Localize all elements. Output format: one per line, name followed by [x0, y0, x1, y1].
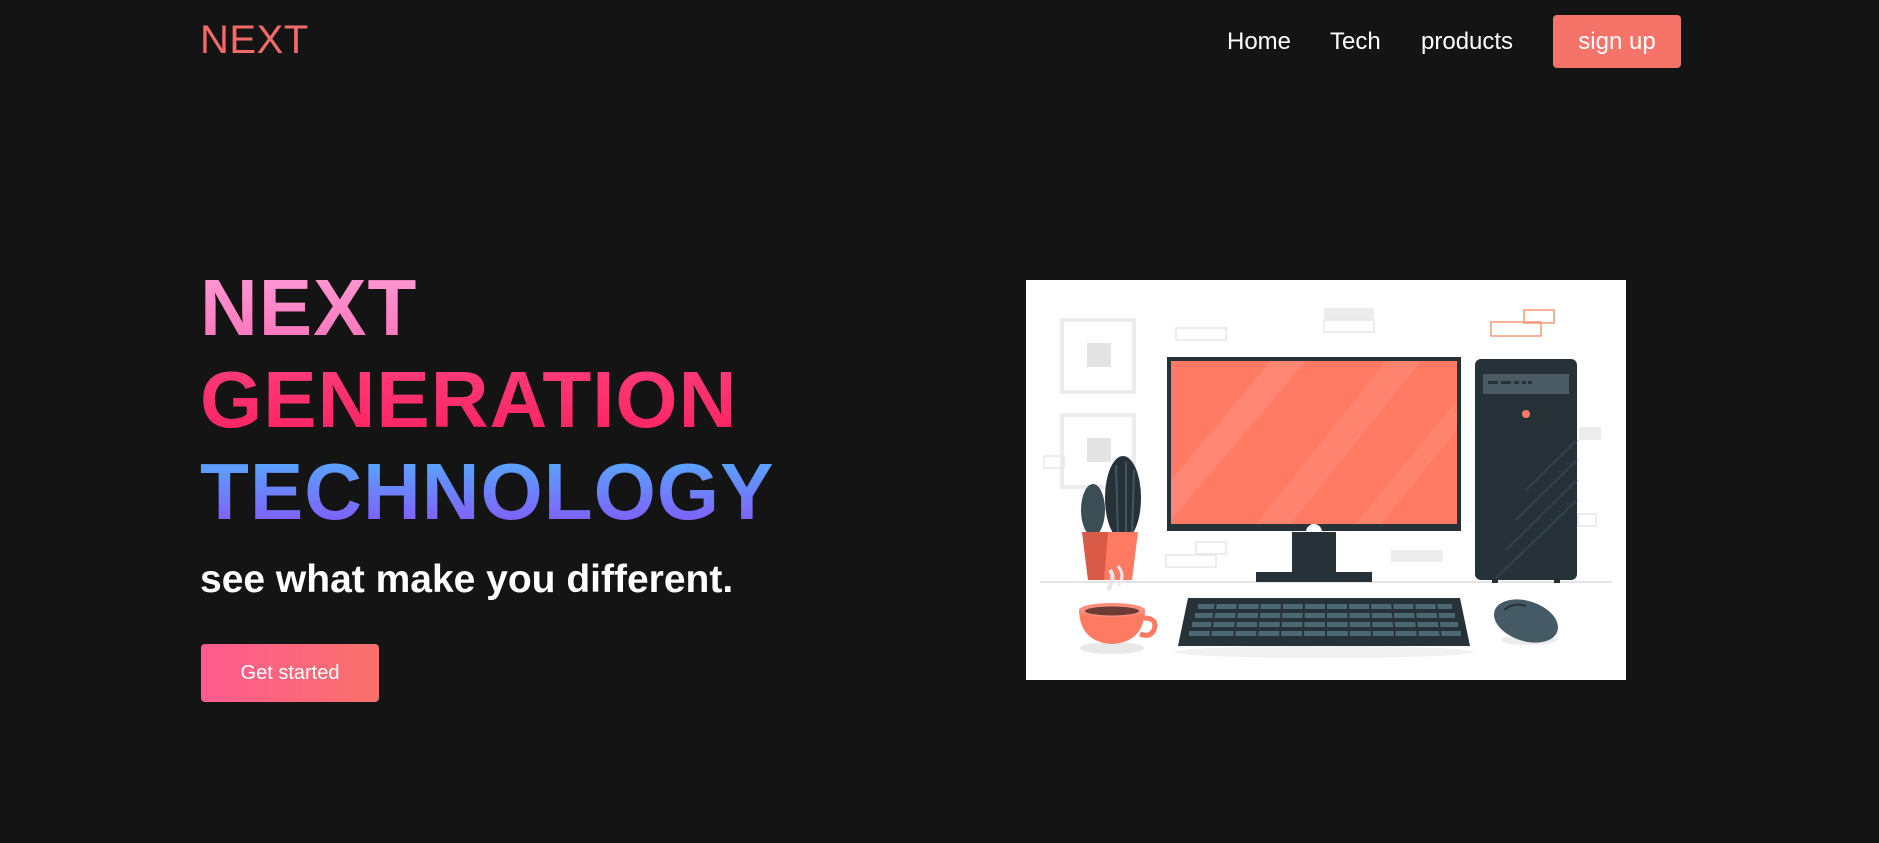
navbar: NEXT Home Tech products sign up [0, 0, 1879, 82]
hero-line-generation: GENERATION [200, 354, 900, 446]
hero-heading: NEXT GENERATION TECHNOLOGY [200, 262, 900, 538]
logo[interactable]: NEXT [200, 16, 309, 64]
hero-subtitle: see what make you different. [200, 558, 734, 601]
desktop-computer-illustration-icon [1040, 308, 1612, 658]
hero-illustration [1026, 280, 1626, 680]
nav-link-tech[interactable]: Tech [1330, 27, 1381, 57]
nav-link-home[interactable]: Home [1227, 27, 1291, 57]
nav-link-products[interactable]: products [1421, 27, 1513, 57]
hero-line-next: NEXT [200, 262, 900, 354]
hero-line-technology: TECHNOLOGY [200, 446, 900, 538]
signup-button[interactable]: sign up [1553, 15, 1681, 68]
get-started-button[interactable]: Get started [201, 644, 379, 702]
